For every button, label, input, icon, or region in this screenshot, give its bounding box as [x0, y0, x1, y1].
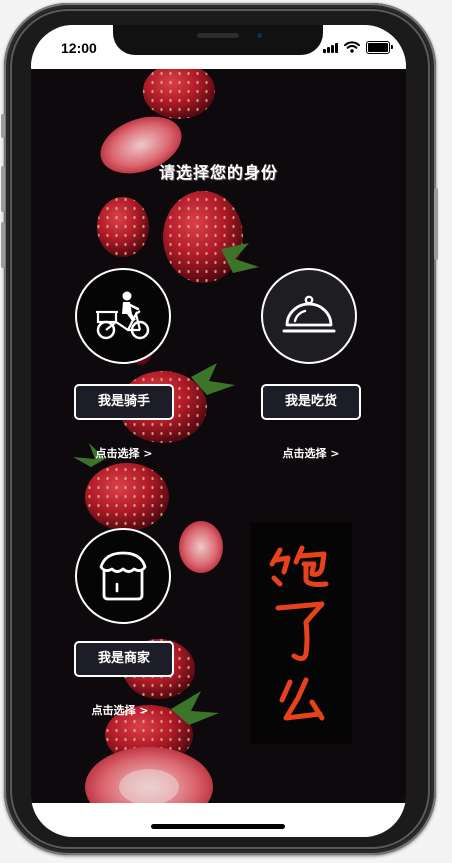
battery-icon	[366, 40, 393, 54]
notch	[113, 25, 323, 55]
home-indicator[interactable]	[151, 824, 285, 829]
role-selection-page: 请选择您的身份 我是骑手 点击选择 > 我是吃货 点击选择 > 我是商家 点击选…	[31, 69, 406, 803]
brand-logo-calligraphy	[269, 545, 329, 721]
bicycle-courier-icon	[96, 291, 150, 340]
status-bar: 12:00	[31, 25, 406, 69]
side-button-volume-down	[1, 222, 5, 268]
merchant-avatar[interactable]	[75, 528, 171, 624]
food-cloche-icon	[282, 295, 336, 333]
merchant-select-link[interactable]: 点击选择 >	[70, 702, 170, 718]
merchant-button[interactable]: 我是商家	[74, 641, 174, 677]
wifi-icon	[344, 41, 360, 53]
storefront-icon	[99, 551, 147, 601]
side-button-mute	[1, 114, 5, 138]
brand-logo	[250, 522, 352, 744]
rider-button[interactable]: 我是骑手	[74, 384, 174, 420]
rider-avatar[interactable]	[75, 268, 171, 364]
side-button-volume-up	[1, 166, 5, 212]
foodie-select-link[interactable]: 点击选择 >	[261, 445, 361, 461]
front-camera	[255, 31, 264, 40]
status-icons	[323, 40, 393, 54]
page-title: 请选择您的身份	[158, 163, 278, 182]
foodie-button[interactable]: 我是吃货	[261, 384, 361, 420]
cellular-signal-icon	[323, 42, 338, 53]
side-button-power	[434, 188, 438, 260]
status-time: 12:00	[61, 40, 97, 56]
speaker-grille	[197, 33, 239, 38]
screen: 12:00 请选择您的身份 我是骑手 点击选择 > 我是吃货 点击选择 > 我是…	[31, 25, 406, 837]
foodie-avatar[interactable]	[261, 268, 357, 364]
rider-select-link[interactable]: 点击选择 >	[74, 445, 174, 461]
